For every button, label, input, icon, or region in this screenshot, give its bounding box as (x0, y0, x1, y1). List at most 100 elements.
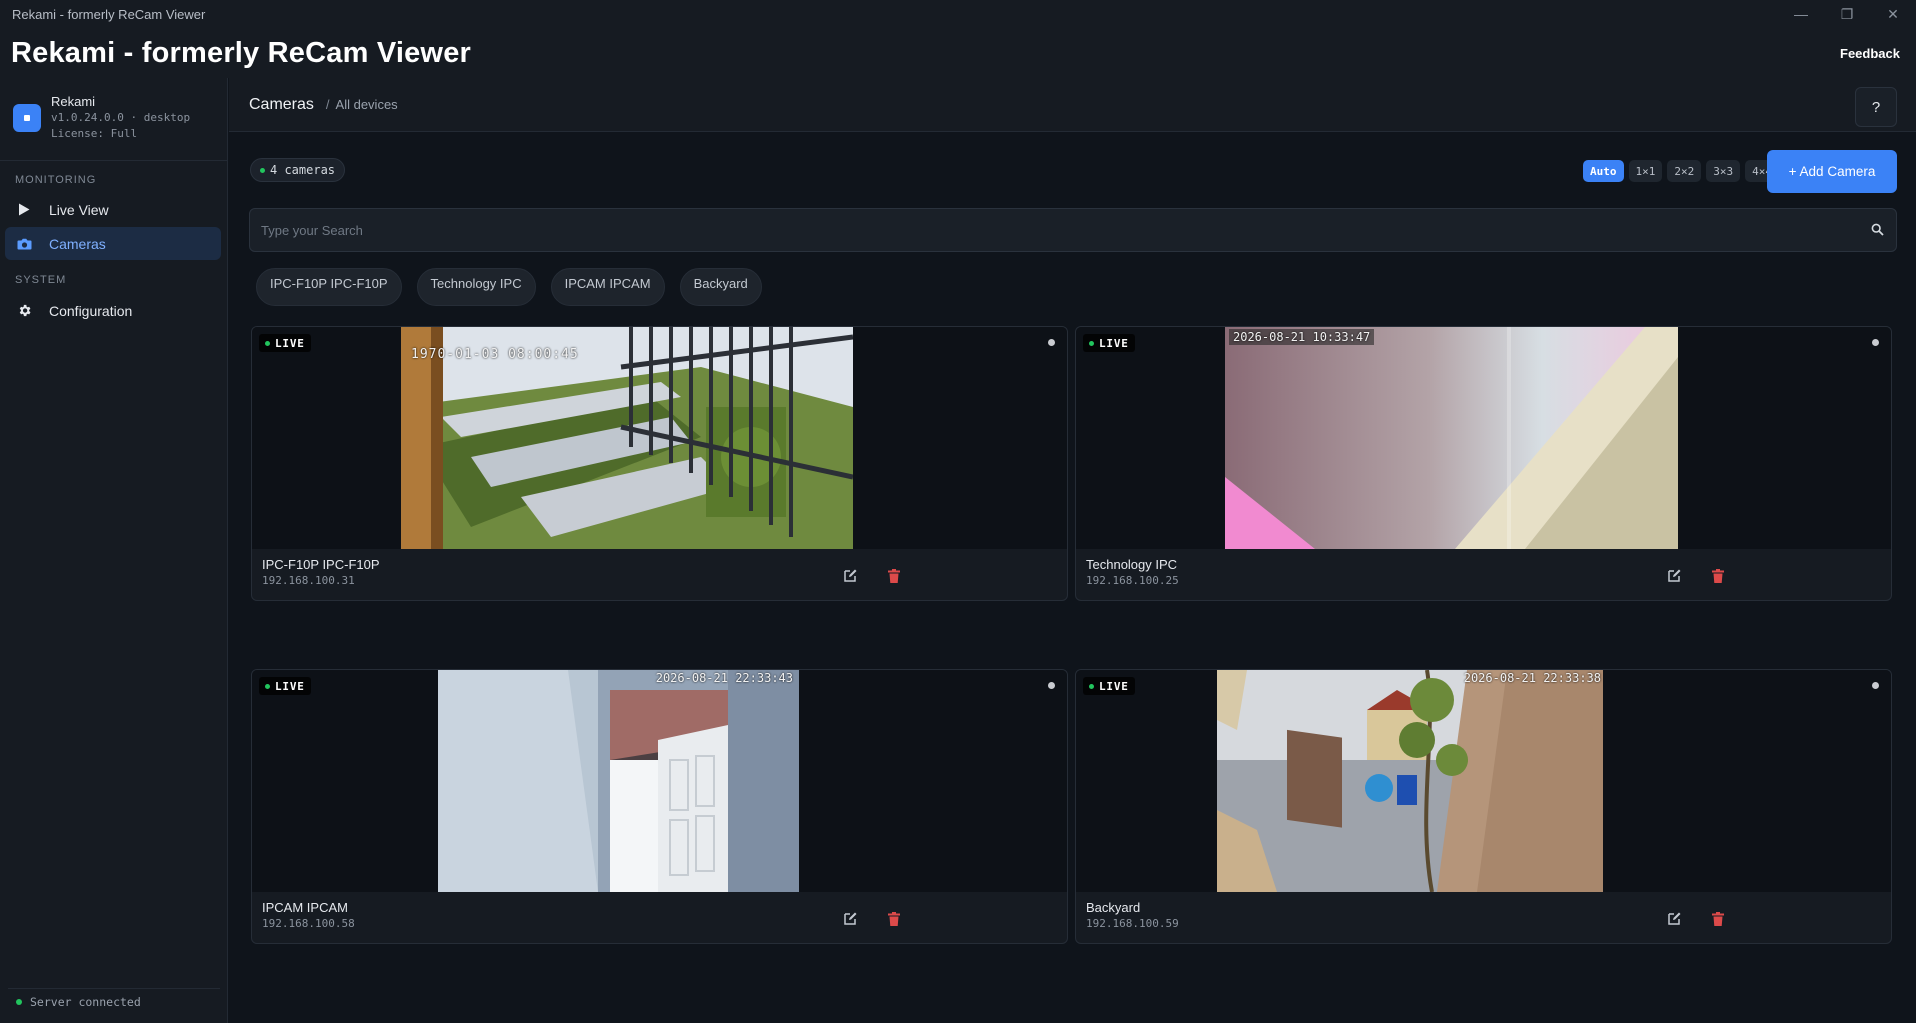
delete-camera-icon[interactable] (886, 911, 902, 927)
live-badge: LIVE (1083, 677, 1135, 695)
camera-name: IPCAM IPCAM (262, 900, 348, 915)
breadcrumb-separator: / (325, 97, 330, 112)
camera-frame: 2026-08-21 10:33:47 (1225, 327, 1678, 549)
delete-camera-icon[interactable] (886, 568, 902, 584)
live-dot-icon (1089, 340, 1094, 346)
filter-chip-technology-ipc[interactable]: Technology IPC (416, 268, 536, 306)
camera-feed[interactable]: 2026-08-21 22:33:38 LIVE (1076, 670, 1891, 892)
restore-button[interactable]: ❐ (1824, 0, 1870, 28)
sidebar-item-label: Live View (49, 201, 109, 218)
sidebar-item-label: Configuration (49, 302, 133, 319)
filter-chips: IPC-F10P IPC-F10P Technology IPC IPCAM I… (256, 268, 777, 306)
search-bar (249, 208, 1897, 252)
window-titlebar: Rekami - formerly ReCam Viewer — ❐ ✕ (0, 0, 1916, 28)
search-icon[interactable] (1871, 223, 1884, 241)
brand-logo-icon (13, 104, 41, 132)
recording-indicator-icon (1048, 682, 1055, 689)
add-camera-button[interactable]: + Add Camera (1767, 150, 1897, 193)
layout-3x3-button[interactable]: 3×3 (1706, 160, 1741, 182)
camera-name: Backyard (1086, 900, 1141, 915)
camera-ip: 192.168.100.58 (262, 917, 355, 930)
live-badge: LIVE (1083, 334, 1135, 352)
live-dot-icon (265, 340, 270, 346)
live-badge: LIVE (259, 334, 311, 352)
server-status-label: Server connected (30, 995, 141, 1009)
edit-camera-icon[interactable] (1666, 568, 1682, 584)
camera-ip: 192.168.100.31 (262, 574, 355, 587)
recording-indicator-icon (1048, 339, 1055, 346)
camera-ip: 192.168.100.25 (1086, 574, 1179, 587)
sidebar: Rekami v1.0.24.0.0 · desktop License: Fu… (0, 78, 228, 1023)
sidebar-item-cameras[interactable]: Cameras (5, 227, 221, 260)
sidebar-item-configuration[interactable]: Configuration (5, 294, 221, 327)
camera-name: IPC-F10P IPC-F10P (262, 557, 380, 572)
filter-chip-backyard[interactable]: Backyard (679, 268, 762, 306)
camera-timestamp: 2026-08-21 10:33:47 (1229, 329, 1375, 345)
camera-icon (15, 235, 33, 253)
live-label: LIVE (1099, 679, 1129, 693)
camera-frame: 2026-08-21 22:33:38 (1217, 670, 1603, 892)
window-controls: — ❐ ✕ (1778, 0, 1916, 28)
minimize-button[interactable]: — (1778, 0, 1824, 28)
layout-2x2-button[interactable]: 2×2 (1667, 160, 1702, 182)
brand-license: License: Full (51, 127, 138, 140)
close-button[interactable]: ✕ (1870, 0, 1916, 28)
delete-camera-icon[interactable] (1710, 568, 1726, 584)
camera-card[interactable]: 2026-08-21 22:33:38 LIVE Backyard 192.16… (1075, 669, 1892, 944)
sidebar-item-label: Cameras (49, 235, 106, 252)
window-title: Rekami - formerly ReCam Viewer (12, 6, 206, 22)
recording-indicator-icon (1872, 682, 1879, 689)
camera-count-label: 4 cameras (270, 163, 336, 177)
filter-chip-ipcam[interactable]: IPCAM IPCAM (550, 268, 665, 306)
breadcrumb-all-devices: All devices (335, 97, 398, 112)
search-input[interactable] (250, 209, 1896, 251)
camera-feed[interactable]: 2026-08-21 10:33:47 LIVE (1076, 327, 1891, 549)
brand-name: Rekami (51, 94, 96, 109)
sidebar-item-live-view[interactable]: Live View (5, 193, 221, 226)
feedback-link[interactable]: Feedback (1840, 46, 1900, 61)
camera-feed[interactable]: 2026-08-21 22:33:43 LIVE (252, 670, 1067, 892)
play-icon (15, 201, 33, 219)
live-label: LIVE (275, 336, 305, 350)
layout-1x1-button[interactable]: 1×1 (1628, 160, 1663, 182)
server-status: Server connected (16, 995, 141, 1009)
camera-timestamp: 2026-08-21 22:33:43 (655, 671, 793, 685)
filter-chip-ipc-f10p[interactable]: IPC-F10P IPC-F10P (256, 268, 402, 306)
camera-timestamp: 1970-01-03 08:00:45 (411, 347, 579, 362)
camera-frame: 1970-01-03 08:00:45 (401, 327, 853, 549)
camera-count-badge: 4 cameras (250, 158, 346, 182)
sidebar-section-system: SYSTEM (15, 274, 67, 286)
edit-camera-icon[interactable] (842, 568, 858, 584)
breadcrumb: Cameras / All devices ? (229, 78, 1916, 132)
help-button[interactable]: ? (1855, 87, 1897, 127)
camera-feed[interactable]: 1970-01-03 08:00:45 LIVE (252, 327, 1067, 549)
camera-name: Technology IPC (1086, 557, 1178, 572)
camera-ip: 192.168.100.59 (1086, 917, 1179, 930)
live-dot-icon (265, 683, 270, 689)
camera-card[interactable]: 2026-08-21 22:33:43 LIVE IPCAM IPCAM 192… (251, 669, 1068, 944)
edit-camera-icon[interactable] (1666, 911, 1682, 927)
live-dot-icon (1089, 683, 1094, 689)
gear-icon (15, 302, 33, 320)
sidebar-footer-divider (8, 988, 220, 989)
layout-selector: Auto 1×1 2×2 3×3 4×4 (1578, 160, 1779, 182)
camera-card[interactable]: 2026-08-21 10:33:47 LIVE Technology IPC … (1075, 326, 1892, 601)
brand: Rekami v1.0.24.0.0 · desktop License: Fu… (13, 94, 190, 142)
brand-version: v1.0.24.0.0 · desktop (51, 111, 191, 124)
main-content: Cameras / All devices ? 4 cameras Auto 1… (229, 78, 1916, 1023)
camera-card[interactable]: 1970-01-03 08:00:45 LIVE IPC-F10P IPC-F1… (251, 326, 1068, 601)
count-dot-icon (260, 167, 265, 173)
live-badge: LIVE (259, 677, 311, 695)
layout-auto-button[interactable]: Auto (1583, 160, 1624, 182)
app-title: Rekami - formerly ReCam Viewer (11, 36, 472, 69)
sidebar-divider (0, 160, 227, 161)
live-label: LIVE (1099, 336, 1129, 350)
sidebar-section-monitoring: MONITORING (15, 174, 97, 186)
edit-camera-icon[interactable] (842, 911, 858, 927)
camera-timestamp: 2026-08-21 22:33:38 (1463, 671, 1601, 685)
breadcrumb-cameras[interactable]: Cameras (249, 96, 314, 114)
app-header: Rekami - formerly ReCam Viewer Feedback (0, 28, 1916, 78)
delete-camera-icon[interactable] (1710, 911, 1726, 927)
camera-frame: 2026-08-21 22:33:43 (438, 670, 799, 892)
status-dot-icon (16, 999, 22, 1005)
